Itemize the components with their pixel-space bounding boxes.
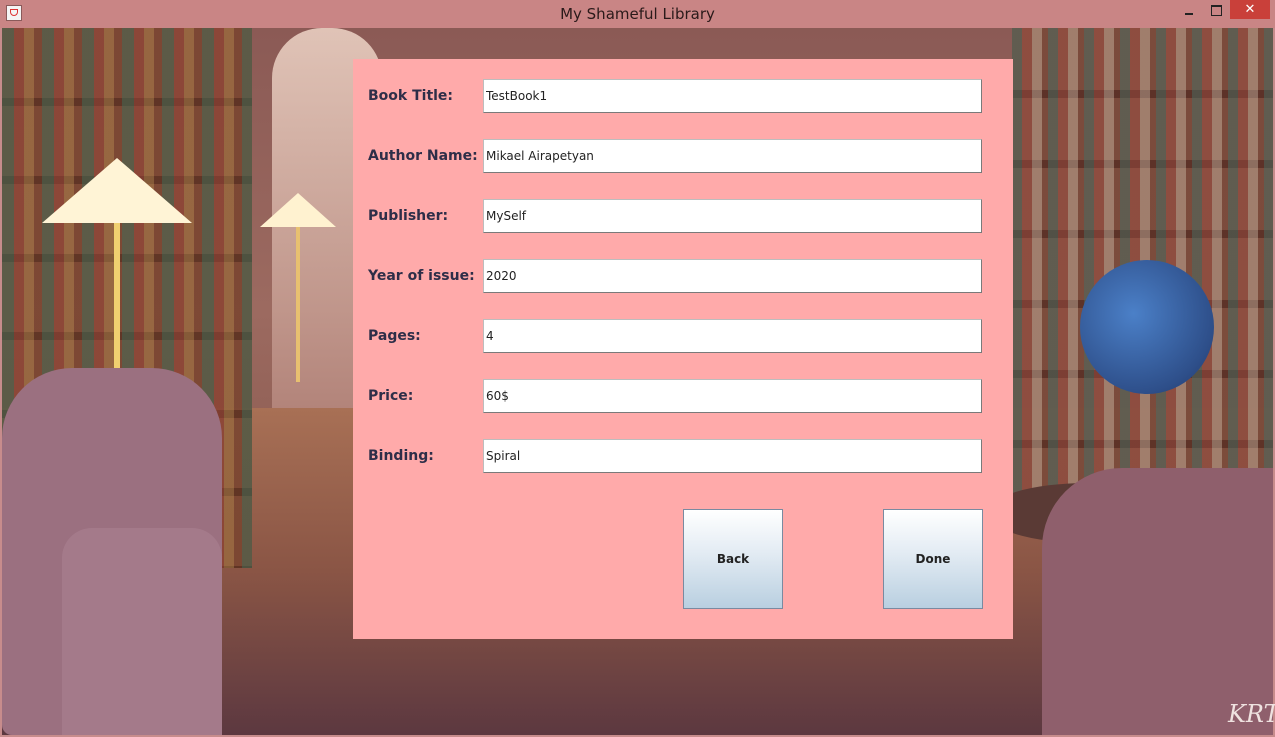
- form-row-price: Price:: [353, 379, 1013, 415]
- book-title-label: Book Title:: [368, 88, 454, 104]
- title-bar: My Shameful Library ✕: [0, 0, 1275, 28]
- armchair-left-arm: [62, 528, 222, 735]
- minimize-icon[interactable]: [1176, 2, 1202, 22]
- form-row-publisher: Publisher:: [353, 199, 1013, 235]
- artist-signature: KRT: [1228, 700, 1275, 728]
- floor-lamp-shade-small: [260, 193, 336, 227]
- year-of-issue-label: Year of issue:: [368, 268, 475, 284]
- author-name-label: Author Name:: [368, 148, 478, 164]
- binding-label: Binding:: [368, 448, 434, 464]
- pages-label: Pages:: [368, 328, 421, 344]
- publisher-label: Publisher:: [368, 208, 449, 224]
- floor-lamp-shade: [42, 158, 192, 223]
- book-title-input[interactable]: [483, 79, 982, 113]
- pages-input[interactable]: [483, 319, 982, 353]
- globe: [1080, 260, 1214, 394]
- price-input[interactable]: [483, 379, 982, 413]
- publisher-input[interactable]: [483, 199, 982, 233]
- done-button[interactable]: Done: [883, 509, 983, 609]
- price-label: Price:: [368, 388, 414, 404]
- armchair-right: [1042, 468, 1273, 735]
- form-row-binding: Binding:: [353, 439, 1013, 475]
- window-title: My Shameful Library: [560, 5, 715, 23]
- floor-lamp-pole-small: [296, 227, 300, 382]
- form-row-author-name: Author Name:: [353, 139, 1013, 175]
- form-row-year-of-issue: Year of issue:: [353, 259, 1013, 295]
- form-row-pages: Pages:: [353, 319, 1013, 355]
- maximize-icon[interactable]: [1204, 2, 1230, 22]
- author-name-input[interactable]: [483, 139, 982, 173]
- book-form-panel: Book Title: Author Name: Publisher: Year…: [353, 59, 1013, 639]
- close-icon[interactable]: ✕: [1230, 0, 1270, 19]
- back-button[interactable]: Back: [683, 509, 783, 609]
- year-of-issue-input[interactable]: [483, 259, 982, 293]
- form-row-book-title: Book Title:: [353, 79, 1013, 115]
- binding-input[interactable]: [483, 439, 982, 473]
